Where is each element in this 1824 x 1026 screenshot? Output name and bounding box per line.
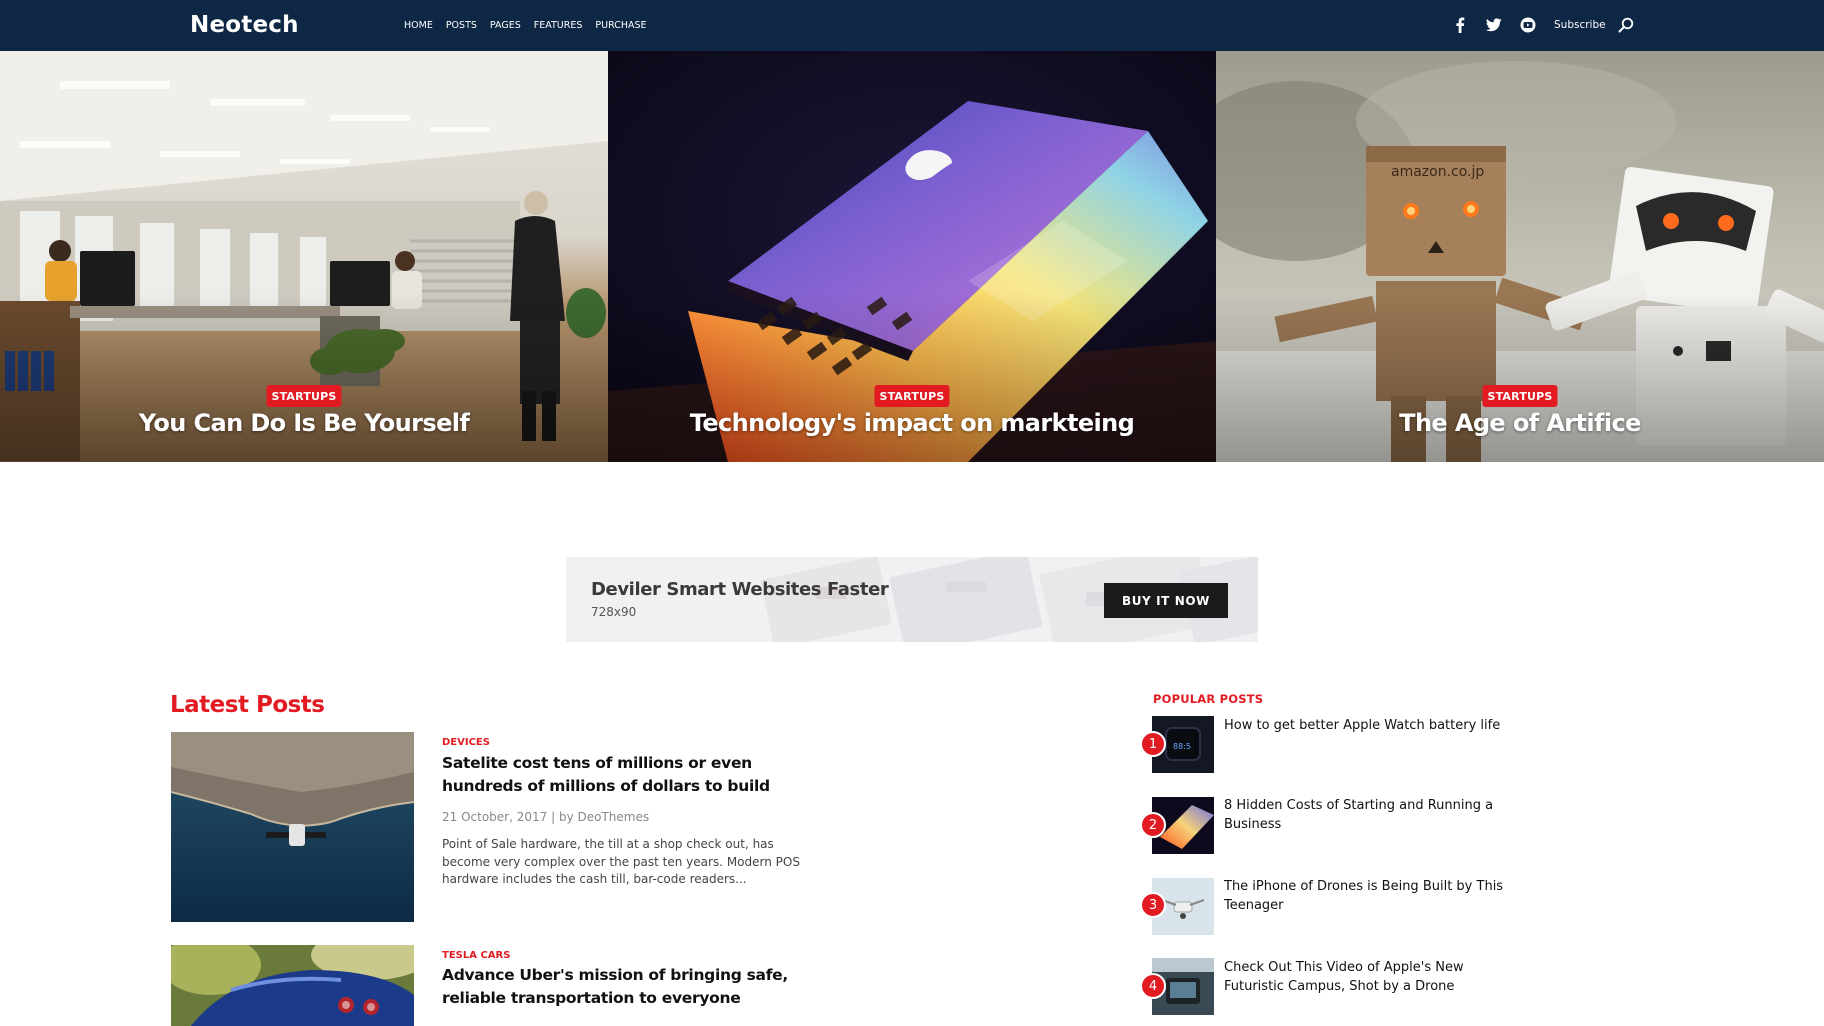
hero-title[interactable]: You Can Do Is Be Yourself [0, 409, 608, 437]
post-meta: 21 October, 2017 | by DeoThemes [442, 810, 650, 824]
post-excerpt: Point of Sale hardware, the till at a sh… [442, 837, 800, 886]
svg-text:amazon.co.jp: amazon.co.jp [1391, 164, 1484, 180]
hero-card-2[interactable]: STARTUPS Technology's impact on marktein… [608, 51, 1216, 462]
popular-post-title[interactable]: 8 Hidden Costs of Starting and Running a… [1224, 796, 1524, 834]
nav-features[interactable]: FEATURES [534, 20, 583, 31]
rank-badge: 3 [1140, 892, 1166, 918]
post-title[interactable]: Advance Uber's mission of bringing safe,… [442, 964, 822, 1010]
subscribe-link[interactable]: Subscribe [1554, 19, 1606, 31]
hero-title[interactable]: Technology's impact on markteing [608, 409, 1216, 437]
ad-title: Deviler Smart Websites Faster [591, 579, 889, 600]
latest-posts-heading: Latest Posts [170, 692, 325, 718]
popular-post-title[interactable]: The iPhone of Drones is Being Built by T… [1224, 877, 1524, 915]
post-thumbnail[interactable] [171, 732, 414, 922]
category-badge[interactable]: STARTUPS [266, 385, 342, 407]
tesla-car-photo [171, 945, 414, 1026]
rank-badge: 2 [1140, 812, 1166, 838]
popular-post-title[interactable]: How to get better Apple Watch battery li… [1224, 716, 1524, 735]
svg-text:88:5: 88:5 [1173, 742, 1191, 751]
main-menu: HOME POSTS PAGES FEATURES PURCHASE [404, 20, 647, 31]
site-logo[interactable]: Neotech [190, 12, 299, 38]
category-badge[interactable]: STARTUPS [874, 385, 950, 407]
popular-posts-heading: POPULAR POSTS [1153, 692, 1264, 706]
ad-banner[interactable]: Deviler Smart Websites Faster 728x90 BUY… [566, 557, 1258, 642]
post-category[interactable]: TESLA CARS [442, 950, 510, 961]
buy-it-now-button[interactable]: BUY IT NOW [1104, 583, 1228, 618]
satellite-photo [171, 732, 414, 922]
post-category[interactable]: DEVICES [442, 737, 490, 748]
youtube-icon[interactable] [1517, 14, 1539, 36]
rank-badge: 4 [1140, 973, 1166, 999]
nav-home[interactable]: HOME [404, 20, 433, 31]
category-badge[interactable]: STARTUPS [1482, 385, 1558, 407]
hero-title[interactable]: The Age of Artifice [1216, 409, 1824, 437]
twitter-icon[interactable] [1483, 14, 1505, 36]
nav-purchase[interactable]: PURCHASE [595, 20, 646, 31]
post-title[interactable]: Satelite cost tens of millions or even h… [442, 752, 822, 798]
popular-post-title[interactable]: Check Out This Video of Apple's New Futu… [1224, 958, 1524, 996]
hero-card-1[interactable]: STARTUPS You Can Do Is Be Yourself [0, 51, 608, 462]
post-thumbnail[interactable] [171, 945, 414, 1026]
nav-pages[interactable]: PAGES [490, 20, 521, 31]
hero-card-3[interactable]: amazon.co.jp STARTUPS The Age of Artific… [1216, 51, 1824, 462]
search-icon[interactable] [1615, 14, 1637, 36]
rank-badge: 1 [1140, 731, 1166, 757]
ad-size-label: 728x90 [591, 605, 637, 619]
facebook-icon[interactable] [1449, 14, 1471, 36]
nav-posts[interactable]: POSTS [446, 20, 477, 31]
top-navbar: Neotech HOME POSTS PAGES FEATURES PURCHA… [0, 0, 1824, 51]
